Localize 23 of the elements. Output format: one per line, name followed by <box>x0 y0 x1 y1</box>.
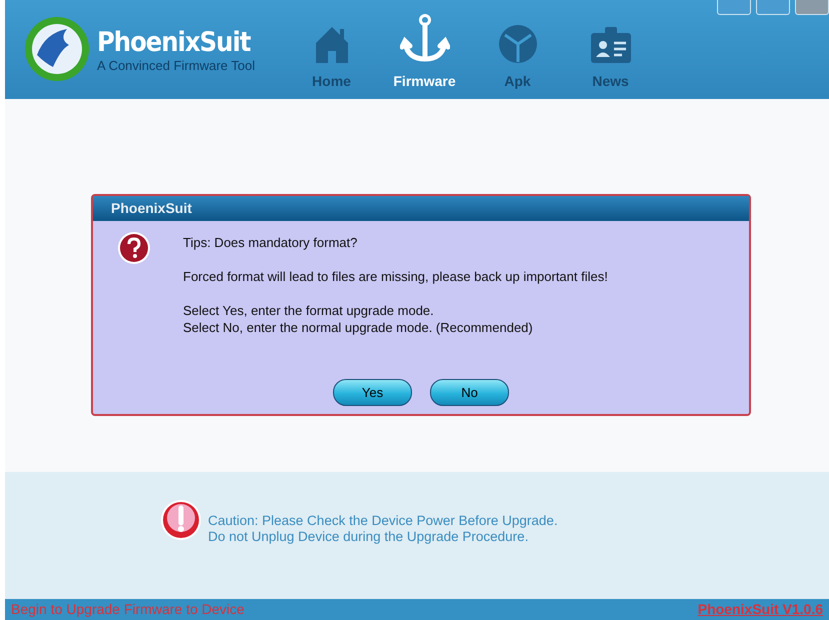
question-icon <box>117 230 151 264</box>
caution-text: Do not Unplug Device during the Upgrade Procedure. <box>208 528 530 544</box>
dialog-message: Tips: Does mandatory format? <box>183 234 358 250</box>
close-window-button[interactable] <box>795 0 829 15</box>
version-link[interactable]: PhoenixSuit V1.0.6 <box>698 601 823 618</box>
dialog-message: Forced format will lead to files are missing, please back up important files! <box>183 268 609 284</box>
dialog-button[interactable]: Yes <box>333 378 412 406</box>
nav-tab[interactable]: Apk <box>471 0 564 100</box>
minimize-window-button[interactable] <box>717 0 751 15</box>
exclamation-icon <box>160 498 202 541</box>
dialog-button[interactable]: No <box>430 378 509 406</box>
cube-icon <box>496 23 538 66</box>
dialog-title: PhoenixSuit <box>93 196 749 220</box>
nav-tab[interactable]: Home <box>285 0 378 100</box>
id-card-icon <box>588 25 632 66</box>
app-name: PhoenixSuit <box>97 26 252 58</box>
dialog-message: Select Yes, enter the format upgrade mode. Select No, enter the normal upgrade mode. (Recommended) <box>183 302 534 336</box>
app-tagline: A Convinced Firmware Tool <box>97 58 255 73</box>
nav-tab[interactable]: News <box>564 0 657 100</box>
status-message: Begin to Upgrade Firmware to Device <box>11 601 244 618</box>
caution-text: Caution: Please Check the Device Power Before Upgrade. <box>208 512 558 528</box>
nav-tab[interactable]: Firmware <box>378 0 471 100</box>
maximize-window-button[interactable] <box>756 0 790 15</box>
